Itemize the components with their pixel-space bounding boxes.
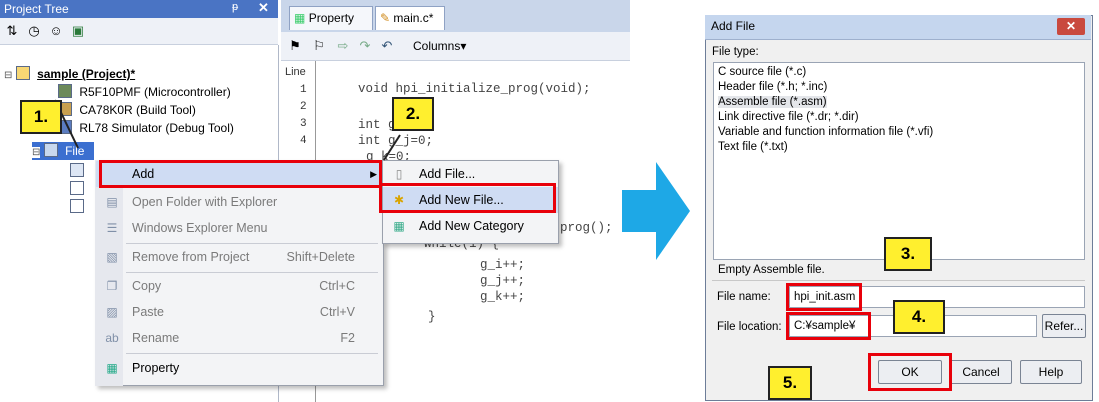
highlight-file-name (786, 283, 862, 311)
arrow-icon (622, 162, 690, 260)
divider (712, 280, 1085, 281)
file-description: Empty Assemble file. (718, 264, 825, 276)
highlight-ok (868, 353, 952, 391)
step-3-callout: 3. (884, 237, 932, 271)
dialog-title: Add File (711, 19, 756, 33)
refer-button[interactable]: Refer... (1042, 314, 1086, 338)
step-1-callout: 1. (20, 100, 62, 134)
list-item[interactable]: Variable and function information file (… (718, 126, 933, 138)
file-location-label: File location: (717, 321, 782, 333)
file-name-label: File name: (717, 291, 771, 303)
step-5-callout: 5. (768, 366, 812, 400)
list-item-selected[interactable]: Assemble file (*.asm) (718, 96, 827, 108)
help-button[interactable]: Help (1020, 360, 1082, 384)
cancel-button[interactable]: Cancel (950, 360, 1012, 384)
file-type-label: File type: (712, 46, 759, 58)
step-4-callout: 4. (893, 300, 945, 334)
highlight-file-location (786, 312, 871, 340)
dialog-title-bar: Add File ✕ (705, 15, 1091, 40)
list-item[interactable]: C source file (*.c) (718, 66, 806, 78)
list-item[interactable]: Text file (*.txt) (718, 141, 788, 153)
list-item[interactable]: Header file (*.h; *.inc) (718, 81, 827, 93)
close-icon[interactable]: ✕ (1057, 18, 1085, 35)
list-item[interactable]: Link directive file (*.dr; *.dir) (718, 111, 859, 123)
step-2-callout: 2. (392, 97, 434, 131)
